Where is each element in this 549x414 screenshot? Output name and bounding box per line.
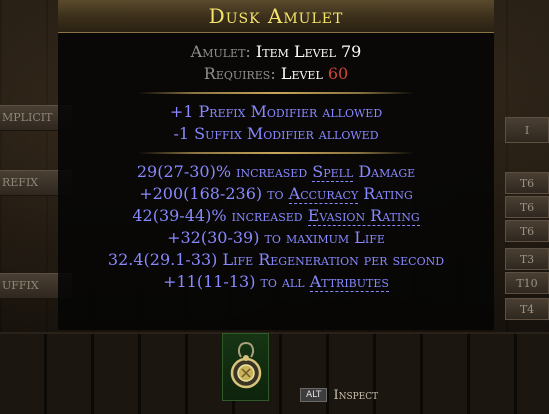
inspect-hint: ALT Inspect [300, 385, 378, 405]
tier-badge: T4 [505, 298, 549, 320]
alt-key[interactable]: ALT [300, 388, 328, 402]
tier-badge: T6 [505, 196, 549, 218]
requires-level-value: 60 [327, 64, 349, 83]
item-level-line: Amulet: Item Level 79 [58, 41, 494, 63]
item-level-label: Item Level [255, 42, 336, 61]
requires-label: Requires: [203, 64, 276, 83]
mod-text: Rating [358, 184, 413, 203]
item-level-value: 79 [340, 42, 362, 61]
mod-line: 32.4(29.1-33) Life Regeneration per seco… [107, 250, 445, 269]
side-label-prefix-text: REFIX [2, 176, 39, 189]
inspect-label: Inspect [333, 387, 379, 403]
item-base-label: Amulet: [190, 42, 251, 61]
explicit-mods: 29(27-30)% increased Spell Damage +200(1… [58, 161, 494, 293]
mod-text: +200(168-236) to [139, 184, 289, 203]
tier-badge: T10 [505, 272, 549, 294]
crafting-note: +1 Prefix Modifier allowed [169, 102, 383, 121]
separator [58, 145, 494, 161]
side-label-implicit-text: MPLICIT [2, 111, 53, 124]
separator [58, 85, 494, 101]
mod-keyword-spell[interactable]: Spell [312, 162, 354, 182]
implicit-section: +1 Prefix Modifier allowed -1 Suffix Mod… [58, 101, 494, 145]
mod-keyword-accuracy[interactable]: Accuracy [288, 184, 359, 204]
tier-badge: T3 [505, 248, 549, 270]
mod-line: 29(27-30)% increased Spell Damage [58, 161, 494, 183]
requirements-line: Requires: Level 60 [58, 63, 494, 85]
mod-text: +11(11-13) to all [163, 272, 310, 291]
tier-badge: T6 [505, 220, 549, 242]
mod-text: 29(27-30)% increased [136, 162, 313, 181]
mod-keyword-attributes[interactable]: Attributes [309, 272, 389, 292]
side-label-suffix-text: UFFIX [2, 279, 39, 292]
item-properties: Amulet: Item Level 79 Requires: Level 60 [58, 41, 494, 85]
tooltip-header: Dusk Amulet [58, 0, 494, 33]
inventory-grid[interactable] [0, 332, 549, 414]
item-name: Dusk Amulet [208, 4, 344, 28]
mod-keyword-evasion[interactable]: Evasion Rating [307, 206, 420, 226]
requires-level-label: Level [280, 64, 323, 83]
tier-badge: T6 [505, 172, 549, 194]
mod-line: +32(30-39) to maximum Life [167, 228, 385, 247]
inventory-slot-amulet[interactable] [222, 333, 269, 401]
mod-line: +200(168-236) to Accuracy Rating [58, 183, 494, 205]
tier-badge-implicit: I [505, 117, 549, 143]
mod-line: +11(11-13) to all Attributes [58, 271, 494, 293]
mod-text: Damage [353, 162, 416, 181]
mod-line: 42(39-44)% increased Evasion Rating [58, 205, 494, 227]
amulet-icon [230, 342, 261, 389]
mod-text: 42(39-44)% increased [132, 206, 308, 225]
item-tooltip: Dusk Amulet Amulet: Item Level 79 Requir… [58, 0, 494, 330]
crafting-note: -1 Suffix Modifier allowed [173, 124, 379, 143]
